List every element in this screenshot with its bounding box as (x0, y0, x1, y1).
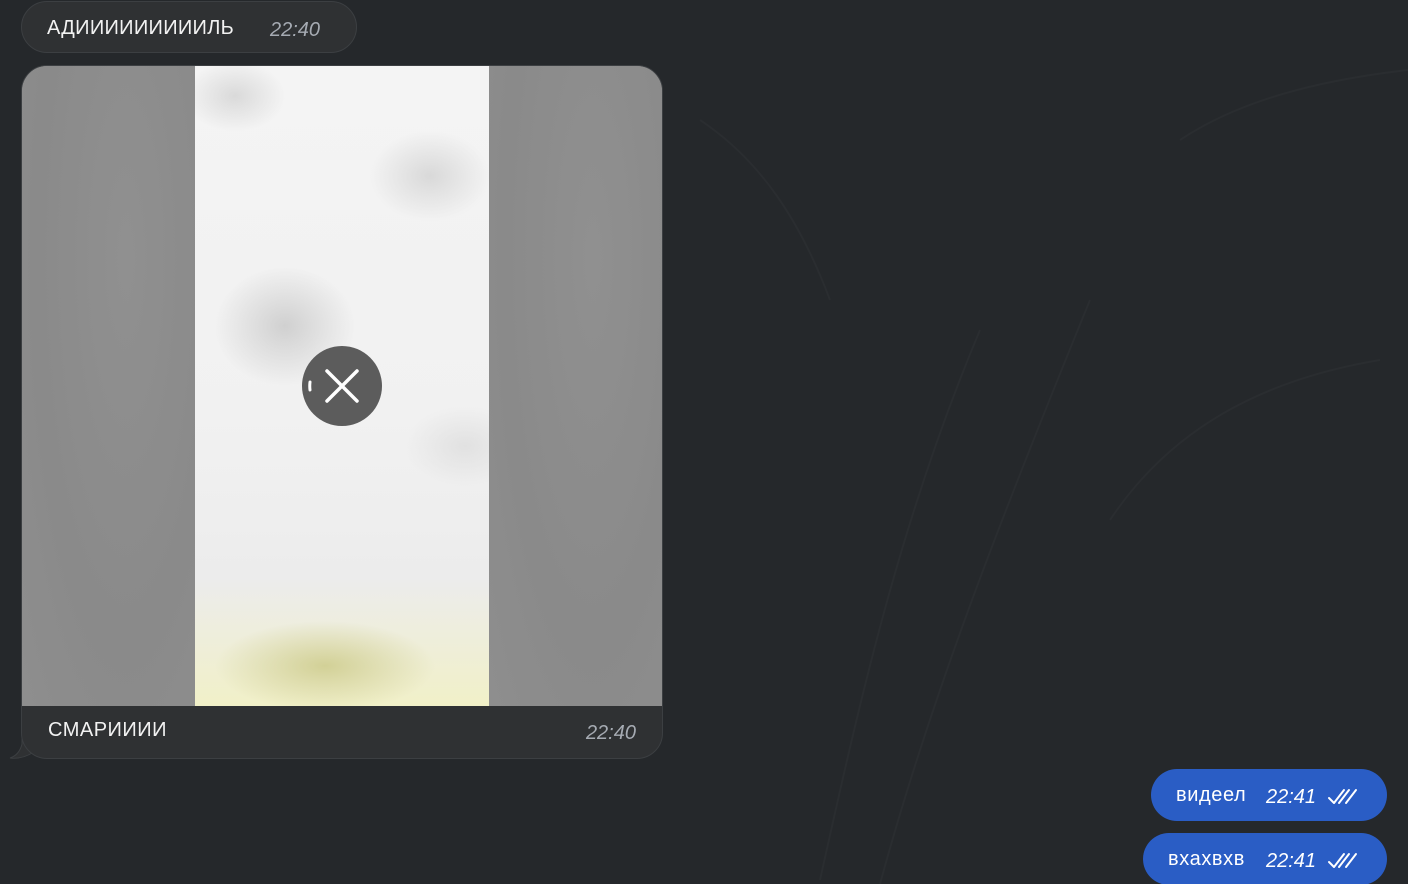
double-check-icon (1328, 853, 1357, 868)
message-text: АДИИИИИИИИИЛЬ (47, 17, 235, 39)
incoming-media-bubble[interactable]: СМАРИИИИ 22:40 (21, 65, 663, 759)
message-text: вхахвхв (1168, 848, 1245, 870)
media-blur-left (22, 66, 195, 706)
message-time: 22:41 (1266, 786, 1317, 808)
chat-area[interactable]: АДИИИИИИИИИЛЬ 22:40 СМАРИИИИ 22:40 видее… (0, 0, 1408, 884)
cancel-download-button[interactable] (302, 346, 382, 426)
media-caption: СМАРИИИИ (48, 719, 168, 741)
media-preview[interactable] (22, 66, 662, 706)
cancel-download-icon (308, 369, 359, 403)
message-time: 22:40 (585, 722, 636, 744)
double-check-icon (1328, 789, 1357, 804)
outgoing-message-bubble[interactable]: видеел 22:41 (1151, 769, 1387, 821)
incoming-message-bubble[interactable]: АДИИИИИИИИИЛЬ 22:40 (21, 1, 357, 53)
message-text: видеел (1176, 784, 1247, 806)
media-blur-right (489, 66, 662, 706)
message-time: 22:41 (1266, 850, 1317, 872)
message-time: 22:40 (270, 19, 321, 41)
outgoing-message-bubble[interactable]: вхахвхв 22:41 (1143, 833, 1387, 884)
